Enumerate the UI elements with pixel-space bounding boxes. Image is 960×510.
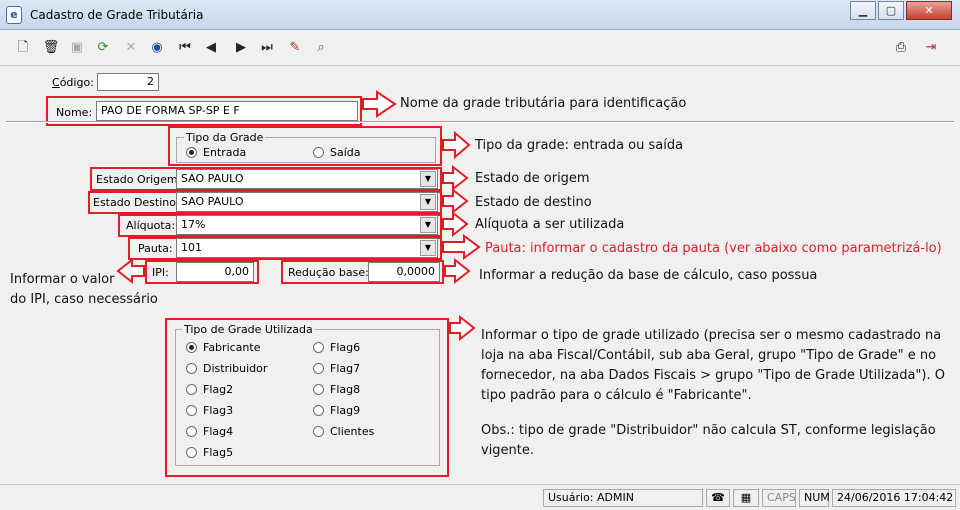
annot-nome: Nome da grade tributária para identifica… <box>400 96 687 111</box>
arrow-tipo <box>442 130 471 160</box>
annot-obs-1: Obs.: tipo de grade "Distribuidor" não c… <box>481 423 936 438</box>
annot-tgu-2: loja na aba Fiscal/Contábil, sub aba Ger… <box>481 348 937 363</box>
annot-destino: Estado de destino <box>475 195 592 210</box>
arrow-nome <box>362 90 397 118</box>
phone-icon: ☎ <box>706 489 730 507</box>
annot-obs-2: vigente. <box>481 443 535 458</box>
status-datetime: 24/06/2016 17:04:42 <box>832 489 956 507</box>
arrow-ipi <box>116 257 145 285</box>
annot-tgu-3: fornecedor, na aba Dados Fiscais > grupo… <box>481 368 945 383</box>
arrow-reducao <box>444 257 471 285</box>
annot-reducao: Informar a redução da base de cálculo, c… <box>479 268 818 283</box>
calculator-icon: ▦ <box>733 489 759 507</box>
annot-tipo: Tipo da grade: entrada ou saída <box>475 138 684 153</box>
arrow-origem <box>442 164 469 192</box>
annot-aliquota: Alíquota a ser utilizada <box>475 217 625 232</box>
annot-origem: Estado de origem <box>475 171 590 186</box>
status-caps: CAPS <box>762 489 796 507</box>
status-usuario: Usuário: ADMIN <box>543 489 703 507</box>
status-num: NUM <box>799 489 830 507</box>
arrow-aliquota <box>442 210 469 238</box>
status-bar: Usuário: ADMIN ☎ ▦ CAPS NUM 24/06/2016 1… <box>0 484 960 510</box>
arrow-pauta <box>442 234 481 260</box>
annot-tgu-1: Informar o tipo de grade utilizado (prec… <box>481 328 942 343</box>
arrow-tgu <box>449 314 476 342</box>
annot-pauta: Pauta: informar o cadastro da pauta (ver… <box>485 241 942 256</box>
annot-ipi-1: Informar o valor <box>10 272 115 287</box>
annot-tgu-4: tipo padrão para o cálculo é "Fabricante… <box>481 388 752 403</box>
annot-ipi-2: do IPI, caso necessário <box>10 292 158 307</box>
arrow-destino <box>442 187 469 215</box>
